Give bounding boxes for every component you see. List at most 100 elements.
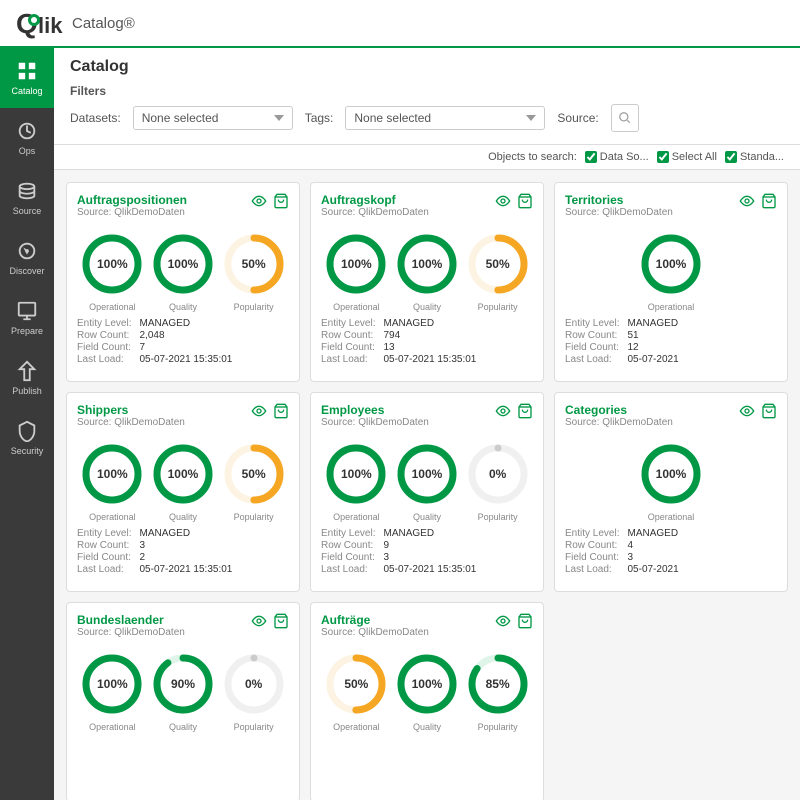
svg-text:lik: lik <box>38 13 63 38</box>
card-header: Bundeslaender Source: QlikDemoDaten <box>77 613 289 646</box>
cart-icon[interactable] <box>517 193 533 212</box>
card-title: Employees <box>321 403 429 417</box>
card-source: Source: QlikDemoDaten <box>565 417 673 428</box>
preview-icon[interactable] <box>739 403 755 422</box>
sidebar-item-catalog[interactable]: Catalog <box>0 48 54 108</box>
entity-level-val: MANAGED <box>383 528 533 539</box>
qlik-logo-svg: Q lik <box>16 7 68 39</box>
gauge-quality: 90% <box>151 652 215 716</box>
card-header: Employees Source: QlikDemoDaten <box>321 403 533 436</box>
gauge-item-operational: 100% Operational <box>639 442 703 522</box>
gauge-quality: 100% <box>151 442 215 506</box>
row-count-val: 794 <box>383 330 533 341</box>
gauge-popularity: 50% <box>466 232 530 296</box>
preview-icon[interactable] <box>251 193 267 212</box>
row-count-key: Row Count: <box>321 540 375 551</box>
gauge-item-quality: 90% Quality <box>151 652 215 732</box>
gauge-operational: 100% <box>324 442 388 506</box>
preview-icon[interactable] <box>495 613 511 632</box>
card-4: Employees Source: QlikDemoDaten <box>310 392 544 592</box>
gauges-row: 100% Operational <box>565 442 777 522</box>
card-header-left: Territories Source: QlikDemoDaten <box>565 193 673 226</box>
checkbox-data-source[interactable]: Data So... <box>585 151 649 163</box>
field-count-val: 3 <box>627 552 777 563</box>
gauge-quality: 100% <box>395 442 459 506</box>
gauge-label: Operational <box>333 512 380 522</box>
gauge-label: Popularity <box>478 512 518 522</box>
card-meta: Entity Level: MANAGED Row Count: 2,048 F… <box>77 318 289 365</box>
cart-icon[interactable] <box>517 403 533 422</box>
gauge-label: Popularity <box>234 722 274 732</box>
cart-icon[interactable] <box>273 403 289 422</box>
card-title: Categories <box>565 403 673 417</box>
cart-icon[interactable] <box>761 403 777 422</box>
checkbox-select-all[interactable]: Select All <box>657 151 717 163</box>
row-count-val: 9 <box>383 540 533 551</box>
gauge-item-popularity: 85% Popularity <box>466 652 530 732</box>
sidebar-item-security[interactable]: Security <box>0 408 54 468</box>
checkbox-select-all-label: Select All <box>672 151 717 163</box>
sidebar-item-ops[interactable]: Ops <box>0 108 54 168</box>
gauge-popularity: 50% <box>222 232 286 296</box>
entity-level-val: MANAGED <box>139 528 289 539</box>
card-header-left: Categories Source: QlikDemoDaten <box>565 403 673 436</box>
field-count-key: Field Count: <box>565 342 619 353</box>
checkbox-data-source-input[interactable] <box>585 151 597 163</box>
cart-icon[interactable] <box>761 193 777 212</box>
row-count-val: 2,048 <box>139 330 289 341</box>
card-source: Source: QlikDemoDaten <box>77 207 187 218</box>
gauges-row: 50% Operational 100% Quality 85% Popul <box>321 652 533 732</box>
qlik-logo: Q lik <box>16 7 68 39</box>
card-source: Source: QlikDemoDaten <box>321 627 429 638</box>
last-load-key: Last Load: <box>77 564 131 575</box>
card-title: Auftragspositionen <box>77 193 187 207</box>
card-icons <box>495 403 533 422</box>
preview-icon[interactable] <box>495 193 511 212</box>
main-content: Catalog Filters Datasets: None selected … <box>54 48 800 800</box>
gauge-quality: 100% <box>395 232 459 296</box>
gauge-item-quality: 100% Quality <box>395 652 459 732</box>
gauge-label: Quality <box>169 722 197 732</box>
checkbox-standard-input[interactable] <box>725 151 737 163</box>
cart-icon[interactable] <box>273 193 289 212</box>
tags-select[interactable]: None selected <box>345 106 545 130</box>
datasets-select[interactable]: None selected <box>133 106 293 130</box>
row-count-key: Row Count: <box>321 330 375 341</box>
gauge-item-operational: 100% Operational <box>80 442 144 522</box>
page-header: Catalog Filters Datasets: None selected … <box>54 48 800 145</box>
card-header: Aufträge Source: QlikDemoDaten <box>321 613 533 646</box>
gauge-operational: 100% <box>639 442 703 506</box>
row-count-val: 3 <box>139 540 289 551</box>
preview-icon[interactable] <box>251 403 267 422</box>
gauge-label: Operational <box>648 512 695 522</box>
card-source: Source: QlikDemoDaten <box>565 207 673 218</box>
sidebar-item-discover[interactable]: Discover <box>0 228 54 288</box>
source-search-btn[interactable] <box>611 104 639 132</box>
preview-icon[interactable] <box>739 193 755 212</box>
cards-area: Auftragspositionen Source: QlikDemoDaten <box>54 170 800 800</box>
cart-icon[interactable] <box>273 613 289 632</box>
gauge-item-operational: 100% Operational <box>80 652 144 732</box>
cart-icon[interactable] <box>517 613 533 632</box>
gauge-operational: 100% <box>80 232 144 296</box>
search-row: Objects to search: Data So... Select All… <box>54 145 800 170</box>
sidebar-item-prepare[interactable]: Prepare <box>0 288 54 348</box>
gauge-label: Quality <box>413 722 441 732</box>
checkbox-select-all-input[interactable] <box>657 151 669 163</box>
checkbox-standard[interactable]: Standa... <box>725 151 784 163</box>
last-load-val: 05-07-2021 <box>627 354 777 365</box>
preview-icon[interactable] <box>495 403 511 422</box>
gauge-popularity: 0% <box>466 442 530 506</box>
gauge-label: Operational <box>648 302 695 312</box>
gauge-item-popularity: 50% Popularity <box>222 442 286 522</box>
gauge-label: Quality <box>413 512 441 522</box>
sidebar-item-publish[interactable]: Publish <box>0 348 54 408</box>
field-count-val: 7 <box>139 342 289 353</box>
gauge-operational: 50% <box>324 652 388 716</box>
app-title: Catalog® <box>72 15 135 32</box>
preview-icon[interactable] <box>251 613 267 632</box>
entity-level-key: Entity Level: <box>77 318 131 329</box>
card-header-left: Shippers Source: QlikDemoDaten <box>77 403 185 436</box>
sidebar-item-source[interactable]: Source <box>0 168 54 228</box>
field-count-key: Field Count: <box>77 342 131 353</box>
